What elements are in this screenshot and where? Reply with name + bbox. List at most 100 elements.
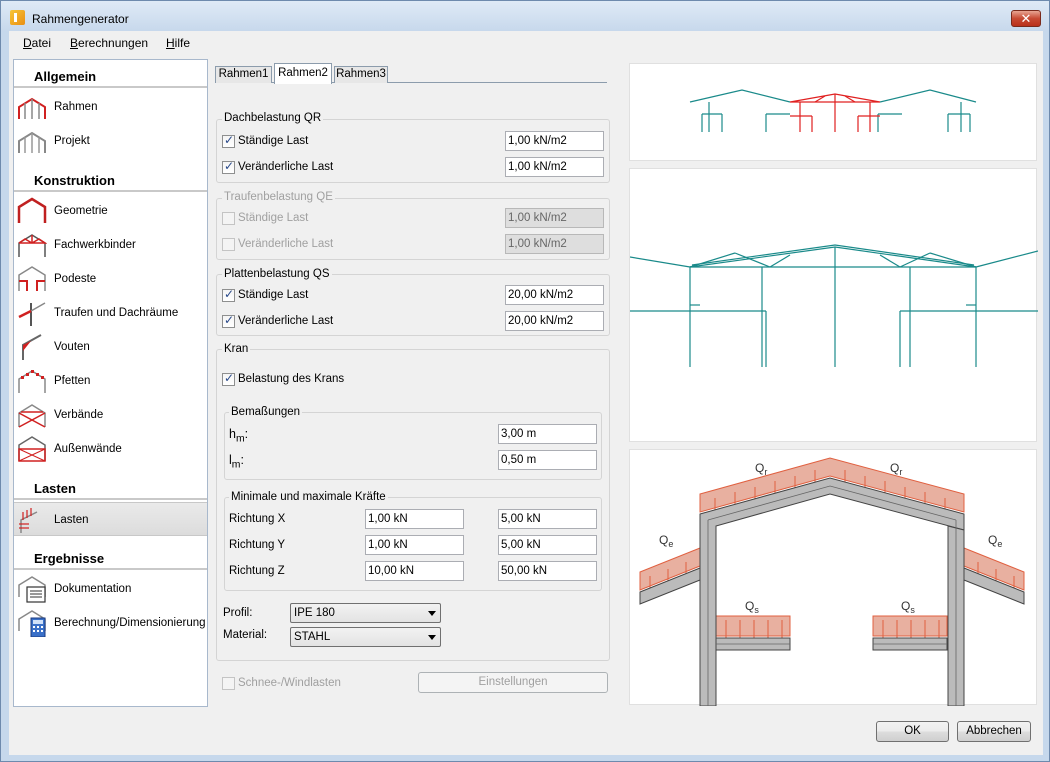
- force-y-min-input[interactable]: 1,00 kN: [365, 535, 464, 555]
- slab-permanent-input[interactable]: 20,00 kN/m2: [505, 285, 604, 305]
- eaves-variable-checkbox[interactable]: [222, 238, 235, 251]
- roof-permanent-checkbox[interactable]: [222, 133, 235, 148]
- hm-label: hm:: [229, 427, 248, 445]
- eaves-permanent-label: Ständige Last: [238, 212, 309, 224]
- rahmengenerator-window: Rahmengenerator ✕ Datei Berechnungen Hil…: [0, 0, 1050, 762]
- nav-item-label: Fachwerkbinder: [54, 239, 136, 251]
- force-z-min-input[interactable]: 10,00 kN: [365, 561, 464, 581]
- roof-permanent-input[interactable]: 1,00 kN/m2: [505, 131, 604, 151]
- nav-item-label: Traufen und Dachräume: [54, 307, 179, 319]
- eaves-variable-input[interactable]: 1,00 kN/m2: [505, 234, 604, 254]
- chevron-down-icon: [428, 635, 436, 640]
- crane-load-checkbox[interactable]: [222, 371, 235, 386]
- snow-wind-checkbox[interactable]: [222, 677, 235, 690]
- client-area: Datei Berechnungen Hilfe Allgemein Rahme…: [9, 31, 1043, 755]
- material-select[interactable]: STAHL: [290, 627, 441, 647]
- dimensions-title: Bemaßungen: [229, 406, 303, 418]
- nav-item-projekt[interactable]: Projekt: [14, 124, 207, 158]
- section-ergebnisse: Ergebnisse: [14, 542, 207, 570]
- title-bar: Rahmengenerator ✕: [1, 1, 1049, 31]
- nav-item-label: Berechnung/Dimensionierung: [54, 617, 206, 629]
- force-x-max-input[interactable]: 5,00 kN: [498, 509, 597, 529]
- label-main: Q: [745, 599, 754, 613]
- menu-datei[interactable]: Datei: [23, 36, 51, 50]
- nav-item-dokumentation[interactable]: Dokumentation: [14, 572, 207, 606]
- roof-variable-input[interactable]: 1,00 kN/m2: [505, 157, 604, 177]
- nav-item-aussenwaende[interactable]: Außenwände: [14, 432, 207, 466]
- eaves-variable-label: Veränderliche Last: [238, 238, 334, 250]
- material-select-value: STAHL: [294, 631, 331, 643]
- nav-item-lasten[interactable]: Lasten: [14, 502, 207, 536]
- platform-icon: [18, 266, 46, 291]
- label-subscript: s: [910, 605, 915, 615]
- menu-hilfe[interactable]: Hilfe: [166, 36, 190, 50]
- loads-icon: [19, 508, 38, 533]
- material-label: Material:: [223, 629, 268, 641]
- close-button[interactable]: ✕: [1011, 10, 1041, 27]
- label-main: Q: [988, 533, 997, 547]
- tab-rahmen2[interactable]: Rahmen2: [274, 63, 332, 84]
- qr-label-left: Qr: [755, 461, 767, 477]
- window-title: Rahmengenerator: [32, 12, 129, 26]
- nav-item-label: Geometrie: [54, 205, 108, 217]
- slab-variable-checkbox[interactable]: [222, 313, 235, 328]
- label-subscript: s: [754, 605, 759, 615]
- qr-label-right: Qr: [890, 461, 902, 477]
- label-subscript: r: [764, 467, 767, 477]
- left-navigation: Allgemein Rahmen Projekt Konstruktion Ge…: [13, 59, 208, 707]
- nav-item-pfetten[interactable]: Pfetten: [14, 364, 207, 398]
- frame-overview-drawing: [689, 89, 977, 132]
- profile-select[interactable]: IPE 180: [290, 603, 441, 623]
- snow-wind-label: Schnee-/Windlasten: [238, 677, 341, 689]
- nav-item-vouten[interactable]: Vouten: [14, 330, 207, 364]
- force-y-max-input[interactable]: 5,00 kN: [498, 535, 597, 555]
- slab-permanent-checkbox[interactable]: [222, 287, 235, 302]
- qs-label-right: Qs: [901, 599, 915, 615]
- lm-colon: :: [240, 453, 244, 467]
- lm-input[interactable]: 0,50 m: [498, 450, 597, 470]
- profile-label: Profil:: [223, 607, 253, 619]
- geometry-icon: [17, 197, 47, 223]
- section-allgemein: Allgemein: [14, 60, 207, 88]
- label-main: Q: [890, 461, 899, 475]
- chevron-down-icon: [428, 611, 436, 616]
- nav-item-podeste[interactable]: Podeste: [14, 262, 207, 296]
- label-subscript: e: [997, 539, 1002, 549]
- force-z-max-input[interactable]: 50,00 kN: [498, 561, 597, 581]
- qs-label-left: Qs: [745, 599, 759, 615]
- section-lasten: Lasten: [14, 472, 207, 500]
- nav-item-rahmen[interactable]: Rahmen: [14, 90, 207, 124]
- nav-item-geometrie[interactable]: Geometrie: [14, 194, 207, 228]
- profile-select-value: IPE 180: [294, 607, 335, 619]
- menu-mnemonic: B: [70, 36, 79, 50]
- label-subscript: r: [899, 467, 902, 477]
- hm-subscript: m: [235, 433, 245, 445]
- menu-berechnungen[interactable]: Berechnungen: [70, 36, 148, 50]
- tab-rahmen1[interactable]: Rahmen1: [215, 66, 272, 83]
- force-x-min-input[interactable]: 1,00 kN: [365, 509, 464, 529]
- eaves-permanent-input[interactable]: 1,00 kN/m2: [505, 208, 604, 228]
- slab-variable-input[interactable]: 20,00 kN/m2: [505, 311, 604, 331]
- nav-item-berechnung[interactable]: Berechnung/Dimensionierung: [14, 606, 207, 640]
- nav-item-traufen[interactable]: Traufen und Dachräume: [14, 296, 207, 330]
- ok-button[interactable]: OK: [876, 721, 949, 742]
- roof-variable-checkbox[interactable]: [222, 159, 235, 174]
- label-main: Q: [901, 599, 910, 613]
- eaves-permanent-checkbox[interactable]: [222, 212, 235, 225]
- load-diagram-drawing: Qr Qr Qe Qe Qs Qs: [639, 457, 1025, 707]
- qe-label-right: Qe: [988, 533, 1002, 549]
- hm-input[interactable]: 3,00 m: [498, 424, 597, 444]
- crane-title: Kran: [222, 343, 251, 355]
- nav-item-fachwerkbinder[interactable]: Fachwerkbinder: [14, 228, 207, 262]
- eaves-icon: [18, 302, 46, 326]
- frame-tabs: Rahmen1 Rahmen2 Rahmen3: [215, 63, 607, 84]
- bracing-icon: [18, 404, 46, 428]
- nav-item-verbaende[interactable]: Verbände: [14, 398, 207, 432]
- cancel-button[interactable]: Abbrechen: [957, 721, 1031, 742]
- slab-permanent-label: Ständige Last: [238, 289, 309, 301]
- load-diagram-preview: Qr Qr Qe Qe Qs Qs: [629, 449, 1037, 707]
- tab-rahmen3[interactable]: Rahmen3: [334, 66, 388, 83]
- settings-button[interactable]: Einstellungen: [418, 672, 608, 693]
- nav-item-label: Podeste: [54, 273, 97, 285]
- label-main: Q: [659, 533, 668, 547]
